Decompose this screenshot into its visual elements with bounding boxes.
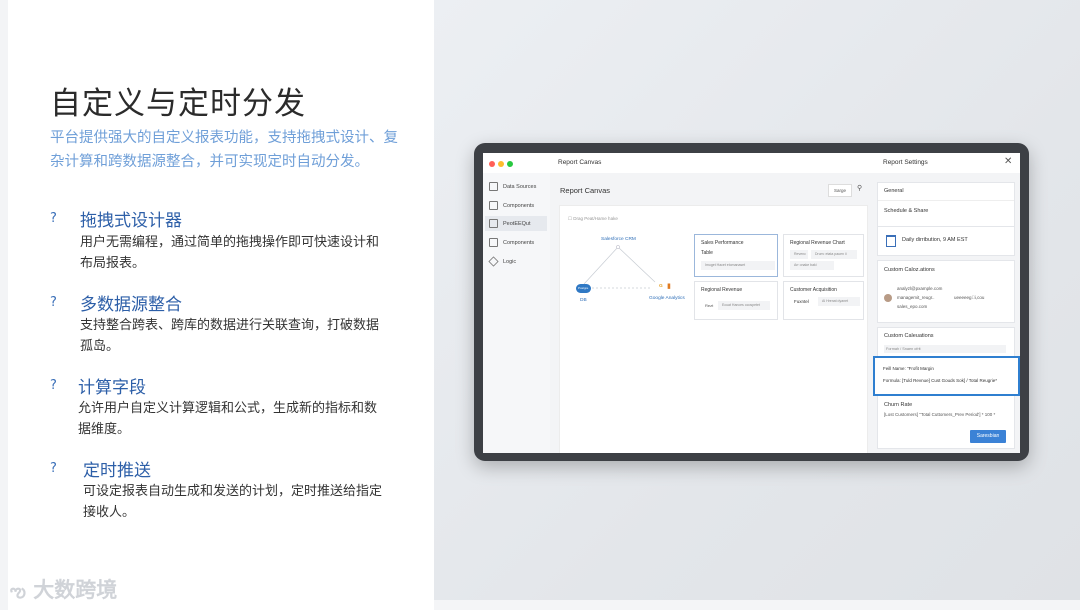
sidebar-item-label: Data Sources	[503, 183, 537, 190]
window-title: Report Canvas	[558, 159, 602, 166]
card-pill: Revenc	[790, 250, 808, 259]
field-formula: Formula: [Tuld Revnue] Cust Gouds Sok] /…	[883, 378, 998, 383]
database-icon	[489, 182, 498, 191]
canvas-surface[interactable]: ☐ Drag Peat/Hame hake Salesforce CRM Pos…	[559, 205, 868, 453]
card-pill: Ecuat Hances ocospetet	[718, 301, 770, 310]
sidebar-item-calc[interactable]: PeotEEQut	[485, 216, 547, 231]
maximize-dot[interactable]	[507, 161, 513, 167]
logic-icon	[488, 256, 499, 267]
save-button[interactable]: Saresbian	[970, 430, 1006, 443]
calculated-field-highlight[interactable]: Feill Name: "Frofit Margin Formula: [Tul…	[873, 356, 1020, 396]
card-title: Regional Revenue Chart	[790, 240, 845, 246]
slide-subtitle: 平台提供强大的自定义报表功能，支持拖拽式设计、复杂计算和跨数据源整合，并可实现定…	[50, 130, 398, 170]
feature-desc-multisource: 支持整合跨表、跨库的数据进行关联查询，打破数据孤岛。	[80, 318, 380, 354]
card-pill: Drum: etata pauen ii	[811, 250, 857, 259]
sidebar-item-data-sources[interactable]: Data Sources	[489, 182, 536, 191]
canvas-title: Report Canvas	[560, 186, 611, 195]
card-pill: Al Hrenat dyanet	[818, 297, 860, 306]
feature-title-multisource: 多数据源整合	[80, 295, 182, 315]
feature-title-calcfield: 计算字段	[78, 378, 146, 398]
components-icon	[489, 201, 498, 210]
sidebar-item-label: Logic	[503, 258, 517, 265]
google-analytics-icon: G	[659, 284, 663, 289]
brand-logo-text: 大数跨境	[33, 578, 118, 602]
node-google-analytics[interactable]: Google Analytics	[649, 296, 685, 301]
avatar	[884, 294, 892, 302]
card-regional-revenue[interactable]: Regional Revenue Rezt Ecuat Hances ocosp…	[694, 281, 778, 320]
recipient-email: sales_epo.com	[897, 304, 928, 309]
card-subtitle: Table	[701, 250, 713, 256]
custom-calc-label: Custom Caleuations	[884, 333, 934, 339]
left-edge-strip	[0, 0, 8, 610]
recipient-email: managemit_reugr..	[897, 295, 935, 300]
card-pill-label: Rezt	[701, 301, 717, 310]
feature-icon: ?	[50, 295, 57, 310]
churn-rate-label: Churn Rate	[884, 402, 913, 408]
sidebar-item-logic[interactable]: Logic	[488, 256, 517, 267]
sidebar-item-label: Components	[503, 202, 535, 209]
node-salesforce-crm[interactable]: Salesforce CRM	[601, 237, 636, 242]
app-screen: Report Canvas Report Settings ✕ Data Sou…	[483, 153, 1020, 453]
feature-title-schedule: 定时推送	[83, 461, 151, 481]
sidebar-item-label: PeotEEQut	[503, 220, 531, 227]
mockup-bottom-strip	[434, 600, 1080, 610]
field-name: Feill Name: "Frofit Margin	[883, 366, 934, 371]
feature-icon: ?	[50, 211, 57, 226]
close-icon[interactable]: ✕	[1004, 156, 1012, 167]
feature-desc-schedule: 可设定报表自动生成和发送的计划，定时推送给指定接收人。	[83, 484, 383, 520]
card-pill-label: Fuxntel	[790, 297, 814, 306]
recipient-email: analyzl@pxample.com	[897, 286, 943, 291]
calendar-icon	[886, 235, 896, 247]
node-db-badge[interactable]: Postgre	[576, 284, 591, 293]
components-icon	[489, 238, 498, 247]
sidebar-item-components[interactable]: Components	[489, 201, 534, 210]
schedule-value: Daily dirribution, 9 AM EST	[902, 237, 968, 243]
search-button[interactable]: Sarge	[828, 184, 852, 197]
card-pill: Arr onake baki	[790, 261, 834, 270]
formula-input[interactable]: Formah / Snaen ofrit	[884, 345, 1006, 353]
feature-desc-designer: 用户无需编程，通过简单的拖拽操作即可快速设计和布局报表。	[80, 235, 380, 271]
panel-schedule[interactable]: Daily dirribution, 9 AM EST	[877, 226, 1015, 256]
sidebar: Data Sources Components PeotEEQut Compon…	[483, 173, 551, 453]
analytics-bars-icon: ▮	[667, 283, 671, 290]
report-canvas-area: Report Canvas Sarge ⚲ ☐ Drag Peat/Hame h…	[550, 173, 873, 453]
panel-general[interactable]: General Schedule & Share	[877, 182, 1015, 229]
feature-title-designer: 拖拽式设计器	[80, 211, 182, 231]
feature-icon: ?	[50, 461, 57, 476]
divider	[878, 200, 1014, 201]
minimize-dot[interactable]	[498, 161, 504, 167]
general-label: General	[884, 188, 904, 194]
close-dot[interactable]	[489, 161, 495, 167]
feature-icon: ?	[50, 378, 57, 393]
report-settings-panel: General Schedule & Share Daily dirributi…	[873, 173, 1020, 453]
calculator-icon	[489, 219, 498, 228]
recipient-email: ueeeeeg i,cou	[954, 295, 985, 300]
sidebar-item-label: Components	[503, 239, 535, 246]
churn-formula: [Lost Customers] "Total Cuttomers_Prev P…	[884, 412, 996, 417]
search-icon[interactable]: ⚲	[857, 184, 862, 192]
node-db-label: DB	[580, 298, 587, 303]
card-title: Customer Acquisition	[790, 287, 837, 293]
settings-title: Report Settings	[883, 159, 928, 166]
brand-logo-icon: ఌ	[10, 581, 26, 602]
panel-custom-calculations-1[interactable]: Custom Caloz.ations analyzl@pxample.com …	[877, 260, 1015, 323]
feature-desc-calcfield: 允许用户自定义计算逻辑和公式，生成新的指标和数据维度。	[78, 401, 378, 437]
custom-calc-label: Custom Caloz.ations	[884, 267, 935, 273]
sidebar-item-components-2[interactable]: Components	[489, 238, 534, 247]
card-sales-performance[interactable]: Sales Performance Table Imuget Hacet eto…	[694, 234, 778, 277]
slide-title: 自定义与定时分发	[50, 86, 306, 122]
brand-logo: ఌ 大数跨境	[10, 574, 117, 606]
card-customer-acquisition[interactable]: Customer Acquisition Fuxntel Al Hrenat d…	[783, 281, 864, 320]
card-title: Sales Performance	[701, 240, 744, 246]
card-title: Regional Revenue	[701, 287, 743, 293]
card-pill: Imuget Hacet etomanaset	[701, 261, 775, 270]
card-regional-revenue-chart[interactable]: Regional Revenue Chart Revenc Drum: etat…	[783, 234, 864, 277]
schedule-share-label: Schedule & Share	[884, 208, 929, 214]
